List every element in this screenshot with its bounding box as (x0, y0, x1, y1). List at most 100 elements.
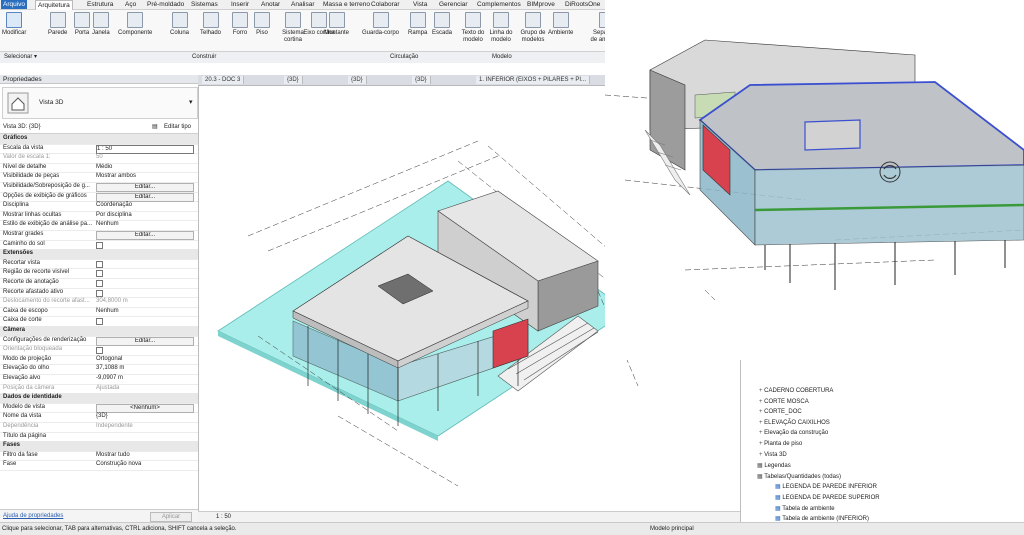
ribbon-tab-6[interactable]: Inserir (229, 0, 251, 9)
property-value[interactable]: Independente (96, 422, 192, 432)
property-value[interactable]: Por disciplina (96, 211, 192, 221)
perspective-view[interactable] (605, 0, 1024, 360)
browser-item-label: Vista 3D (764, 451, 787, 458)
ribbon-tool-8[interactable]: Piso (254, 12, 270, 37)
status-model[interactable]: Modelo principal (650, 523, 694, 535)
ribbon-tool-0[interactable]: Modificar (2, 12, 26, 37)
browser-item[interactable]: + CADERNO COBERTURA (759, 388, 833, 394)
ribbon-tool-2[interactable]: Porta (74, 12, 90, 37)
tool-icon (232, 12, 248, 28)
browser-item[interactable]: + Elevação da construção (759, 430, 828, 436)
ribbon-tab-15[interactable]: DiRootsOne (563, 0, 602, 9)
ribbon-tool-13[interactable]: Rampa (408, 12, 427, 37)
property-value[interactable]: Construção nova (96, 460, 192, 470)
tool-label: Componente (118, 30, 153, 36)
tool-label: Modificar (2, 30, 27, 36)
ribbon-tool-11[interactable]: Montante (324, 12, 349, 37)
property-checkbox[interactable] (96, 241, 103, 249)
ribbon-tool-1[interactable]: Parede (48, 12, 67, 37)
browser-item[interactable]: ▦ Legendas (757, 462, 791, 469)
ribbon-tool-14[interactable]: Escada (432, 12, 452, 37)
ribbon-tab-14[interactable]: BIMprove (525, 0, 557, 9)
property-key: Título da página (3, 432, 47, 439)
property-checkbox[interactable] (96, 280, 103, 287)
ribbon-tab-5[interactable]: Sistemas (189, 0, 220, 9)
ribbon-tab-1[interactable]: Arquitetura (35, 0, 73, 10)
tool-label: Linha do modelo (489, 30, 513, 43)
ribbon-tab-10[interactable]: Colaborar (369, 0, 402, 9)
ribbon-tool-18[interactable]: Ambiente (548, 12, 573, 37)
properties-help-link[interactable]: Ajuda de propriedades (3, 513, 63, 519)
property-value[interactable]: 50 (96, 153, 192, 163)
property-checkbox[interactable] (96, 260, 103, 268)
ribbon-tool-16[interactable]: Linha do modelo (484, 12, 518, 44)
property-checkbox[interactable] (96, 270, 103, 278)
ribbon-tab-2[interactable]: Estrutura (85, 0, 115, 9)
browser-item[interactable]: + ELEVAÇÃO CAIXILHOS (759, 420, 830, 426)
browser-item[interactable]: ▦ LEGENDA DE PAREDE SUPERIOR (775, 494, 880, 501)
browser-item[interactable]: + Planta de piso (759, 441, 802, 447)
browser-item[interactable]: + CORTE MOSCA (759, 399, 809, 405)
instance-bar: Vista 3D: {3D} ▤ Editar tipo (0, 122, 198, 134)
project-browser: + CADERNO COBERTURA + CORTE MOSCA + CORTE_… (740, 360, 1024, 522)
property-value[interactable]: Coordenação (96, 201, 192, 211)
property-checkbox[interactable] (96, 289, 103, 297)
type-selector[interactable]: Vista 3D ▾ (2, 87, 198, 119)
ribbon-tool-6[interactable]: Telhado (200, 12, 221, 37)
browser-item[interactable]: ▦ Tabelas/Quantidades (todas) (757, 473, 841, 480)
browser-item[interactable]: + CORTE_DOC (759, 409, 802, 415)
ribbon-tab-11[interactable]: Vista (411, 0, 429, 9)
browser-item-label: ELEVAÇÃO CAIXILHOS (764, 419, 830, 426)
property-value[interactable]: -9,0907 m (96, 374, 192, 384)
ribbon-tab-0[interactable]: Arquivo (1, 0, 28, 9)
ribbon-tab-9[interactable]: Massa e terreno (321, 0, 372, 9)
ribbon-tool-5[interactable]: Coluna (170, 12, 189, 37)
ribbon-tool-12[interactable]: Guarda-corpo (362, 12, 399, 37)
view-tab-1[interactable]: {3D} (284, 76, 303, 84)
ribbon-tab-4[interactable]: Pré-moldado (145, 0, 186, 9)
view-scale[interactable]: 1 : 50 (216, 514, 231, 520)
tool-label: Porta (74, 30, 90, 36)
ribbon-group-1: Construir (192, 54, 217, 60)
ribbon-tool-4[interactable]: Componente (118, 12, 152, 37)
ribbon-tab-3[interactable]: Aço (123, 0, 138, 9)
ribbon-tool-7[interactable]: Forro (232, 12, 248, 37)
browser-item[interactable]: ▦ LEGENDA DE PAREDE INFERIOR (775, 483, 877, 490)
property-key: Configurações de renderização (3, 336, 87, 343)
property-value[interactable]: 304,8000 m (96, 297, 192, 307)
browser-item[interactable]: + Vista 3D (759, 452, 787, 458)
property-value[interactable]: {3D} (96, 412, 192, 422)
property-value[interactable]: Médio (96, 163, 192, 173)
property-key: Valor de escala 1: (3, 154, 51, 161)
tool-icon (525, 12, 541, 28)
property-value[interactable]: Ajustada (96, 384, 192, 394)
property-checkbox[interactable] (96, 347, 103, 355)
chevron-down-icon[interactable]: ▾ (189, 98, 193, 106)
ribbon-tab-7[interactable]: Anotar (259, 0, 282, 9)
view-tab-0[interactable]: 20.3 - DOC 3 (202, 76, 245, 84)
apply-button[interactable]: Aplicar (150, 512, 192, 522)
ribbon-group-0[interactable]: Selecionar ▾ (2, 53, 39, 62)
edit-type-button[interactable]: Editar tipo (164, 122, 191, 133)
property-value[interactable]: Nenhum (96, 307, 192, 317)
view-tab-2[interactable]: {3D} (348, 76, 367, 84)
ribbon-tool-3[interactable]: Janela (92, 12, 110, 37)
tool-icon (285, 12, 301, 28)
property-value[interactable]: Nenhum (96, 220, 192, 230)
view-tab-4[interactable]: 1. INFERIOR (EIXOS + PILARES + PI... (476, 76, 591, 84)
property-value[interactable]: 37,1088 m (96, 364, 192, 374)
property-key: Caixa de corte (3, 317, 42, 324)
tool-icon (372, 12, 389, 28)
ribbon-tab-13[interactable]: Complementos (475, 0, 523, 9)
view-tab-3[interactable]: {3D} (412, 76, 431, 84)
tool-label: Guarda-corpo (362, 30, 400, 36)
browser-item[interactable]: ▦ Tabela de ambiente (775, 505, 835, 512)
property-value[interactable]: Mostrar tudo (96, 451, 192, 461)
property-value[interactable]: Ortogonal (96, 355, 192, 365)
ribbon-tool-17[interactable]: Grupo de modelos (516, 12, 550, 44)
ribbon-tab-8[interactable]: Analisar (289, 0, 316, 9)
tool-label: Telhado (200, 30, 222, 36)
property-value[interactable]: Mostrar ambos (96, 172, 192, 182)
property-checkbox[interactable] (96, 318, 103, 326)
ribbon-tab-12[interactable]: Gerenciar (437, 0, 470, 9)
